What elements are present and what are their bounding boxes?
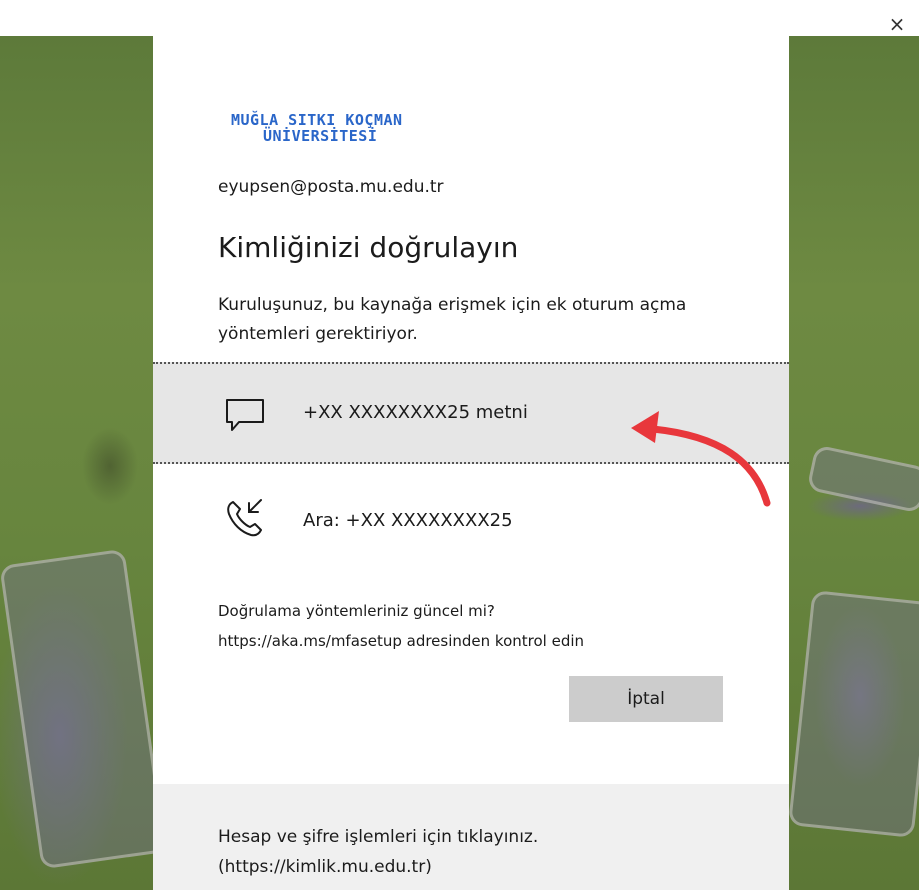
close-icon[interactable]: × [887, 14, 907, 34]
page-title: Kimliğinizi doğrulayın [218, 231, 519, 264]
footer-line-1: Hesap ve şifre işlemleri için tıklayınız… [218, 827, 539, 847]
red-pointer-arrow [631, 411, 771, 507]
option-sms-label: +XX XXXXXXXX25 metni [303, 402, 528, 423]
footer-line-2: (https://kimlik.mu.edu.tr) [218, 857, 432, 877]
footer-text[interactable]: Hesap ve şifre işlemleri için tıklayınız… [218, 822, 538, 882]
university-logo: MUĞLA SITKI KOÇMAN ÜNİVERSİTESİ [231, 112, 471, 144]
mfa-hint: Doğrulama yöntemleriniz güncel mi? https… [218, 596, 584, 656]
sign-in-panel: MUĞLA SITKI KOÇMAN ÜNİVERSİTESİ eyupsen@… [153, 36, 789, 890]
sms-message-icon [226, 399, 264, 431]
account-email: eyupsen@posta.mu.edu.tr [218, 177, 444, 197]
phone-call-icon [227, 499, 262, 537]
logo-line-2: ÜNİVERSİTESİ [263, 127, 378, 145]
option-call-label: Ara: +XX XXXXXXXX25 [303, 510, 513, 531]
description-text: Kuruluşunuz, bu kaynağa erişmek için ek … [218, 295, 687, 344]
footer: Hesap ve şifre işlemleri için tıklayınız… [153, 784, 789, 890]
hint-line-2[interactable]: https://aka.ms/mfasetup adresinden kontr… [218, 626, 584, 656]
cancel-button[interactable]: İptal [569, 676, 723, 722]
hint-line-1: Doğrulama yöntemleriniz güncel mi? [218, 602, 495, 620]
